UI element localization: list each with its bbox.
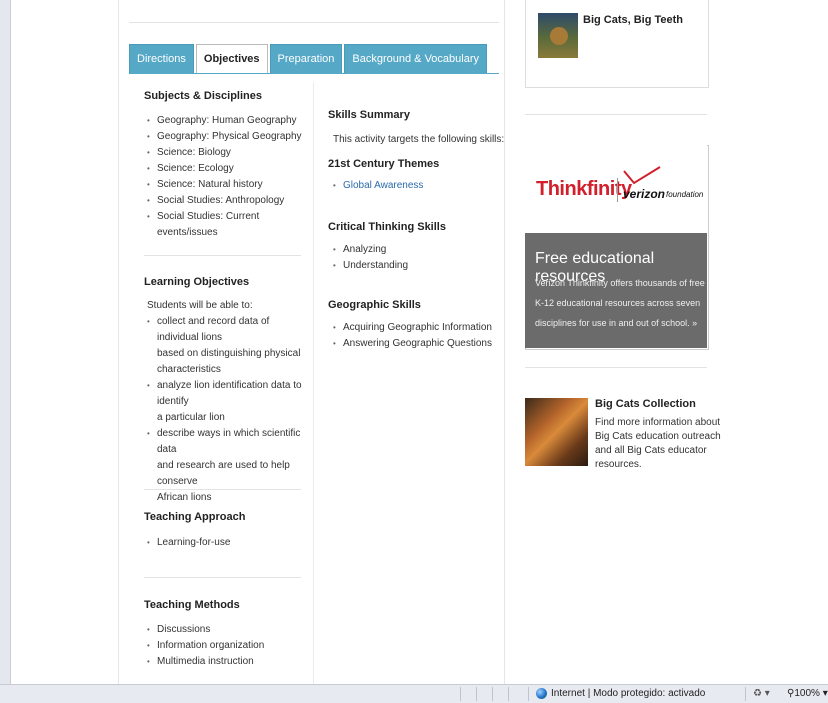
- status-divider: [745, 687, 746, 701]
- themes-heading: 21st Century Themes: [328, 158, 440, 170]
- status-divider: [476, 687, 477, 701]
- list-item: analyze lion identification data to iden…: [147, 378, 312, 426]
- teaching-methods-list: Discussions Information organization Mul…: [147, 622, 307, 670]
- thinkfinity-logo-area: Thinkfinity verizon foundation: [525, 145, 707, 233]
- themes-list: Global Awareness: [333, 178, 493, 194]
- geographic-skills-heading: Geographic Skills: [328, 299, 421, 311]
- learning-intro: Students will be able to:: [147, 300, 253, 311]
- teaching-approach-list: Learning-for-use: [147, 535, 307, 551]
- section-divider: [144, 577, 301, 578]
- learning-objectives-heading: Learning Objectives: [144, 276, 250, 288]
- verizon-wordmark: verizon: [623, 187, 666, 201]
- objective-line: collect and record data of individual li…: [157, 316, 270, 343]
- list-item: Social Studies: Anthropology: [147, 193, 307, 209]
- objective-line: a particular lion: [157, 412, 225, 423]
- status-divider: [508, 687, 509, 701]
- ad-body-line: K-12 educational resources across seven: [535, 298, 701, 308]
- subjects-list: Geography: Human Geography Geography: Ph…: [147, 113, 307, 241]
- zoom-dropdown-icon[interactable]: ▾: [823, 688, 828, 699]
- tab-preparation[interactable]: Preparation: [269, 44, 343, 73]
- browser-status-bar: Internet | Modo protegido: activado ♻ ▾ …: [0, 684, 828, 703]
- list-item: Geography: Physical Geography: [147, 129, 307, 145]
- collection-description: Find more information about Big Cats edu…: [595, 416, 721, 472]
- ad-body-line: disciplines for use in and out of school…: [535, 318, 698, 328]
- list-item: Acquiring Geographic Information: [333, 320, 498, 336]
- tab-objectives[interactable]: Objectives: [195, 44, 268, 74]
- zoom-control[interactable]: ⚲100% ▾: [787, 688, 828, 699]
- geographic-skills-list: Acquiring Geographic Information Answeri…: [333, 320, 498, 352]
- teaching-approach-heading: Teaching Approach: [144, 511, 246, 523]
- critical-thinking-heading: Critical Thinking Skills: [328, 221, 446, 233]
- zoom-level: 100%: [794, 688, 820, 699]
- list-item: Discussions: [147, 622, 307, 638]
- big-cats-big-teeth-link[interactable]: Big Cats, Big Teeth: [583, 14, 683, 26]
- list-item: collect and record data of individual li…: [147, 314, 312, 378]
- subjects-heading: Subjects & Disciplines: [144, 90, 262, 102]
- list-item: Social Studies: Current events/issues: [147, 209, 307, 241]
- collection-line: Big Cats education outreach: [595, 431, 721, 442]
- list-item: Science: Natural history: [147, 177, 307, 193]
- objective-line: describe ways in which scientific data: [157, 428, 301, 455]
- list-item: Science: Ecology: [147, 161, 307, 177]
- list-item: Information organization: [147, 638, 307, 654]
- objective-line: African lions: [157, 492, 212, 503]
- global-awareness-link[interactable]: Global Awareness: [343, 180, 423, 191]
- big-cats-collection-link[interactable]: Big Cats Collection: [595, 398, 696, 410]
- sidebar-divider: [525, 367, 707, 368]
- top-divider: [129, 22, 499, 23]
- list-item: Science: Biology: [147, 145, 307, 161]
- column-divider: [313, 82, 314, 684]
- security-zone-text[interactable]: Internet | Modo protegido: activado: [551, 688, 705, 699]
- skills-summary-heading: Skills Summary: [328, 109, 410, 121]
- lesson-tabs: Directions Objectives Preparation Backgr…: [129, 44, 489, 74]
- list-item: Learning-for-use: [147, 535, 307, 551]
- objective-line: and research are used to help conserve: [157, 460, 290, 487]
- globe-icon: [536, 688, 547, 699]
- section-divider: [144, 489, 301, 490]
- tab-directions[interactable]: Directions: [129, 44, 194, 73]
- list-item: Analyzing: [333, 242, 493, 258]
- list-item: Multimedia instruction: [147, 654, 307, 670]
- collection-line: and all Big Cats educator: [595, 445, 707, 456]
- ad-body: Verizon Thinkfinity offers thousands of …: [535, 273, 705, 333]
- list-item: Understanding: [333, 258, 493, 274]
- sidebar-divider: [525, 114, 707, 115]
- lion-head-shape: [550, 27, 568, 45]
- list-item: describe ways in which scientific data a…: [147, 426, 312, 506]
- objective-line: characteristics: [157, 364, 221, 375]
- status-divider: [460, 687, 461, 701]
- ad-body-line: Verizon Thinkfinity offers thousands of …: [535, 278, 705, 288]
- foundation-wordmark: foundation: [666, 190, 704, 199]
- tiger-thumbnail[interactable]: [525, 398, 588, 466]
- learning-objectives-list: collect and record data of individual li…: [147, 314, 312, 506]
- objective-line: based on distinguishing physical: [157, 348, 301, 359]
- lion-thumbnail[interactable]: [538, 13, 578, 58]
- status-divider: [528, 687, 529, 701]
- critical-thinking-list: Analyzing Understanding: [333, 242, 493, 274]
- status-divider: [492, 687, 493, 701]
- window-left-frame: [0, 0, 11, 684]
- list-item: Geography: Human Geography: [147, 113, 307, 129]
- skills-intro: This activity targets the following skil…: [333, 134, 505, 145]
- ad-text-area: Free educational resources Verizon Think…: [525, 233, 707, 348]
- objective-line: analyze lion identification data to iden…: [157, 380, 302, 407]
- tab-background-vocabulary[interactable]: Background & Vocabulary: [344, 44, 488, 73]
- teaching-methods-heading: Teaching Methods: [144, 599, 240, 611]
- list-item: Answering Geographic Questions: [333, 336, 498, 352]
- collection-line: resources.: [595, 459, 642, 470]
- logo-separator: [617, 178, 618, 202]
- verizon-check-icon: [623, 166, 661, 185]
- list-item: Global Awareness: [333, 178, 493, 194]
- protected-mode-icon[interactable]: ♻ ▾: [753, 688, 770, 699]
- collection-line: Find more information about: [595, 417, 721, 428]
- section-divider: [144, 255, 301, 256]
